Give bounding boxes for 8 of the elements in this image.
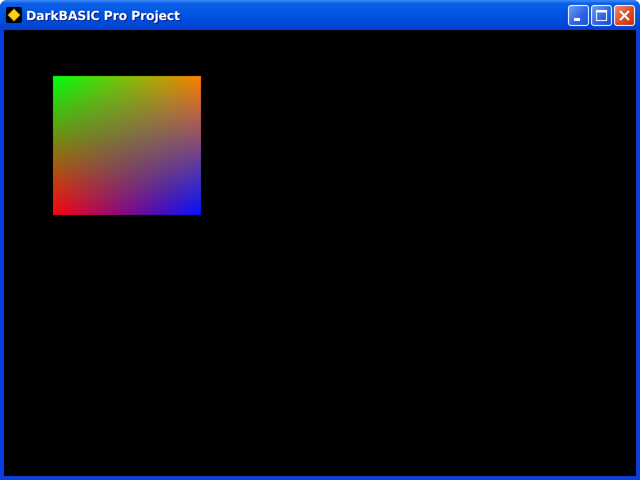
close-button[interactable] (614, 4, 635, 26)
app-icon (6, 7, 22, 23)
close-icon (618, 8, 631, 22)
window-title: DarkBASIC Pro Project (26, 8, 181, 22)
maximize-icon (595, 8, 608, 22)
minimize-icon (574, 18, 580, 21)
maximize-button[interactable] (591, 4, 612, 26)
minimize-button[interactable] (568, 4, 589, 26)
